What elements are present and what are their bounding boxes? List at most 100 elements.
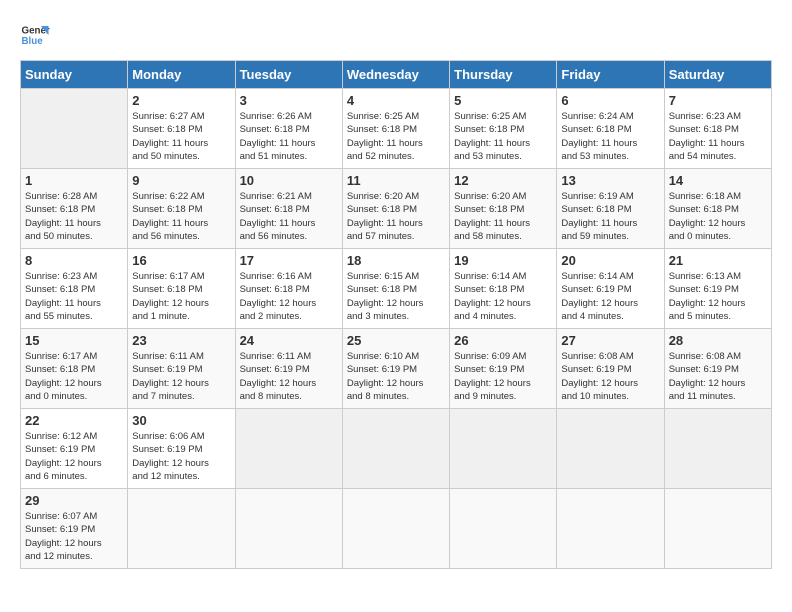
day-number: 13 xyxy=(561,173,659,188)
calendar-cell: 28Sunrise: 6:08 AM Sunset: 6:19 PM Dayli… xyxy=(664,329,771,409)
day-info: Sunrise: 6:21 AM Sunset: 6:18 PM Dayligh… xyxy=(240,190,338,243)
day-info: Sunrise: 6:13 AM Sunset: 6:19 PM Dayligh… xyxy=(669,270,767,323)
logo: General Blue xyxy=(20,20,50,50)
day-info: Sunrise: 6:24 AM Sunset: 6:18 PM Dayligh… xyxy=(561,110,659,163)
day-number: 26 xyxy=(454,333,552,348)
day-info: Sunrise: 6:20 AM Sunset: 6:18 PM Dayligh… xyxy=(454,190,552,243)
svg-text:Blue: Blue xyxy=(22,36,44,47)
day-info: Sunrise: 6:08 AM Sunset: 6:19 PM Dayligh… xyxy=(561,350,659,403)
column-header-thursday: Thursday xyxy=(450,61,557,89)
calendar-cell xyxy=(342,409,449,489)
calendar-cell: 8 Sunrise: 6:23 AM Sunset: 6:18 PM Daylig… xyxy=(21,249,128,329)
day-number: 27 xyxy=(561,333,659,348)
calendar-cell: 16Sunrise: 6:17 AM Sunset: 6:18 PM Dayli… xyxy=(128,249,235,329)
calendar-table: SundayMondayTuesdayWednesdayThursdayFrid… xyxy=(20,60,772,569)
calendar-cell: 7 Sunrise: 6:23 AM Sunset: 6:18 PM Daylig… xyxy=(664,89,771,169)
day-info: Sunrise: 6:16 AM Sunset: 6:18 PM Dayligh… xyxy=(240,270,338,323)
calendar-cell: 11Sunrise: 6:20 AM Sunset: 6:18 PM Dayli… xyxy=(342,169,449,249)
day-info: Sunrise: 6:20 AM Sunset: 6:18 PM Dayligh… xyxy=(347,190,445,243)
calendar-cell xyxy=(21,89,128,169)
day-number: 2 xyxy=(132,93,230,108)
calendar-cell: 21 Sunrise: 6:13 AM Sunset: 6:19 PM Dayli… xyxy=(664,249,771,329)
day-info: Sunrise: 6:12 AM Sunset: 6:19 PM Dayligh… xyxy=(25,430,123,483)
day-number: 15 xyxy=(25,333,123,348)
calendar-cell: 24 Sunrise: 6:11 AM Sunset: 6:19 PM Dayli… xyxy=(235,329,342,409)
day-info: Sunrise: 6:26 AM Sunset: 6:18 PM Dayligh… xyxy=(240,110,338,163)
day-info: Sunrise: 6:17 AM Sunset: 6:18 PM Dayligh… xyxy=(25,350,123,403)
day-number: 18 xyxy=(347,253,445,268)
calendar-cell: 5 Sunrise: 6:25 AM Sunset: 6:18 PM Daylig… xyxy=(450,89,557,169)
column-header-sunday: Sunday xyxy=(21,61,128,89)
column-header-tuesday: Tuesday xyxy=(235,61,342,89)
calendar-cell: 1Sunrise: 6:28 AM Sunset: 6:18 PM Daylig… xyxy=(21,169,128,249)
calendar-header-row: SundayMondayTuesdayWednesdayThursdayFrid… xyxy=(21,61,772,89)
day-number: 14 xyxy=(669,173,767,188)
calendar-cell: 30Sunrise: 6:06 AM Sunset: 6:19 PM Dayli… xyxy=(128,409,235,489)
day-info: Sunrise: 6:27 AM Sunset: 6:18 PM Dayligh… xyxy=(132,110,230,163)
day-number: 12 xyxy=(454,173,552,188)
day-info: Sunrise: 6:14 AM Sunset: 6:18 PM Dayligh… xyxy=(454,270,552,323)
calendar-cell: 10 Sunrise: 6:21 AM Sunset: 6:18 PM Dayli… xyxy=(235,169,342,249)
column-header-friday: Friday xyxy=(557,61,664,89)
day-info: Sunrise: 6:25 AM Sunset: 6:18 PM Dayligh… xyxy=(454,110,552,163)
day-number: 4 xyxy=(347,93,445,108)
day-number: 20 xyxy=(561,253,659,268)
day-info: Sunrise: 6:10 AM Sunset: 6:19 PM Dayligh… xyxy=(347,350,445,403)
day-number: 17 xyxy=(240,253,338,268)
day-number: 1 xyxy=(25,173,123,188)
day-info: Sunrise: 6:09 AM Sunset: 6:19 PM Dayligh… xyxy=(454,350,552,403)
day-number: 21 xyxy=(669,253,767,268)
day-info: Sunrise: 6:14 AM Sunset: 6:19 PM Dayligh… xyxy=(561,270,659,323)
day-info: Sunrise: 6:11 AM Sunset: 6:19 PM Dayligh… xyxy=(240,350,338,403)
calendar-week-row: 1Sunrise: 6:28 AM Sunset: 6:18 PM Daylig… xyxy=(21,169,772,249)
calendar-cell xyxy=(557,489,664,569)
calendar-cell xyxy=(235,409,342,489)
column-header-saturday: Saturday xyxy=(664,61,771,89)
calendar-body: 2 Sunrise: 6:27 AM Sunset: 6:18 PM Daylig… xyxy=(21,89,772,569)
calendar-cell: 26 Sunrise: 6:09 AM Sunset: 6:19 PM Dayli… xyxy=(450,329,557,409)
calendar-cell xyxy=(664,409,771,489)
calendar-cell xyxy=(235,489,342,569)
day-info: Sunrise: 6:18 AM Sunset: 6:18 PM Dayligh… xyxy=(669,190,767,243)
day-info: Sunrise: 6:22 AM Sunset: 6:18 PM Dayligh… xyxy=(132,190,230,243)
day-info: Sunrise: 6:19 AM Sunset: 6:18 PM Dayligh… xyxy=(561,190,659,243)
column-header-wednesday: Wednesday xyxy=(342,61,449,89)
day-number: 10 xyxy=(240,173,338,188)
calendar-cell: 27 Sunrise: 6:08 AM Sunset: 6:19 PM Dayli… xyxy=(557,329,664,409)
day-info: Sunrise: 6:07 AM Sunset: 6:19 PM Dayligh… xyxy=(25,510,123,563)
calendar-cell: 2 Sunrise: 6:27 AM Sunset: 6:18 PM Daylig… xyxy=(128,89,235,169)
day-number: 22 xyxy=(25,413,123,428)
calendar-cell: 20 Sunrise: 6:14 AM Sunset: 6:19 PM Dayli… xyxy=(557,249,664,329)
calendar-cell: 6Sunrise: 6:24 AM Sunset: 6:18 PM Daylig… xyxy=(557,89,664,169)
calendar-cell: 15 Sunrise: 6:17 AM Sunset: 6:18 PM Dayli… xyxy=(21,329,128,409)
day-info: Sunrise: 6:23 AM Sunset: 6:18 PM Dayligh… xyxy=(25,270,123,323)
day-number: 19 xyxy=(454,253,552,268)
calendar-cell: 25Sunrise: 6:10 AM Sunset: 6:19 PM Dayli… xyxy=(342,329,449,409)
calendar-cell: 22 Sunrise: 6:12 AM Sunset: 6:19 PM Dayli… xyxy=(21,409,128,489)
calendar-cell: 23Sunrise: 6:11 AM Sunset: 6:19 PM Dayli… xyxy=(128,329,235,409)
calendar-week-row: 2 Sunrise: 6:27 AM Sunset: 6:18 PM Daylig… xyxy=(21,89,772,169)
day-number: 8 xyxy=(25,253,123,268)
day-info: Sunrise: 6:15 AM Sunset: 6:18 PM Dayligh… xyxy=(347,270,445,323)
day-info: Sunrise: 6:25 AM Sunset: 6:18 PM Dayligh… xyxy=(347,110,445,163)
logo-icon: General Blue xyxy=(20,20,50,50)
calendar-cell xyxy=(450,409,557,489)
page-header: General Blue xyxy=(20,20,772,50)
day-number: 7 xyxy=(669,93,767,108)
day-number: 9 xyxy=(132,173,230,188)
calendar-cell: 3 Sunrise: 6:26 AM Sunset: 6:18 PM Daylig… xyxy=(235,89,342,169)
calendar-week-row: 22 Sunrise: 6:12 AM Sunset: 6:19 PM Dayli… xyxy=(21,409,772,489)
calendar-cell: 29 Sunrise: 6:07 AM Sunset: 6:19 PM Dayli… xyxy=(21,489,128,569)
day-number: 3 xyxy=(240,93,338,108)
calendar-week-row: 8 Sunrise: 6:23 AM Sunset: 6:18 PM Daylig… xyxy=(21,249,772,329)
day-number: 29 xyxy=(25,493,123,508)
calendar-week-row: 15 Sunrise: 6:17 AM Sunset: 6:18 PM Dayli… xyxy=(21,329,772,409)
calendar-cell: 9 Sunrise: 6:22 AM Sunset: 6:18 PM Daylig… xyxy=(128,169,235,249)
day-info: Sunrise: 6:17 AM Sunset: 6:18 PM Dayligh… xyxy=(132,270,230,323)
calendar-cell xyxy=(128,489,235,569)
day-info: Sunrise: 6:23 AM Sunset: 6:18 PM Dayligh… xyxy=(669,110,767,163)
day-info: Sunrise: 6:06 AM Sunset: 6:19 PM Dayligh… xyxy=(132,430,230,483)
calendar-cell xyxy=(557,409,664,489)
day-number: 5 xyxy=(454,93,552,108)
day-number: 24 xyxy=(240,333,338,348)
